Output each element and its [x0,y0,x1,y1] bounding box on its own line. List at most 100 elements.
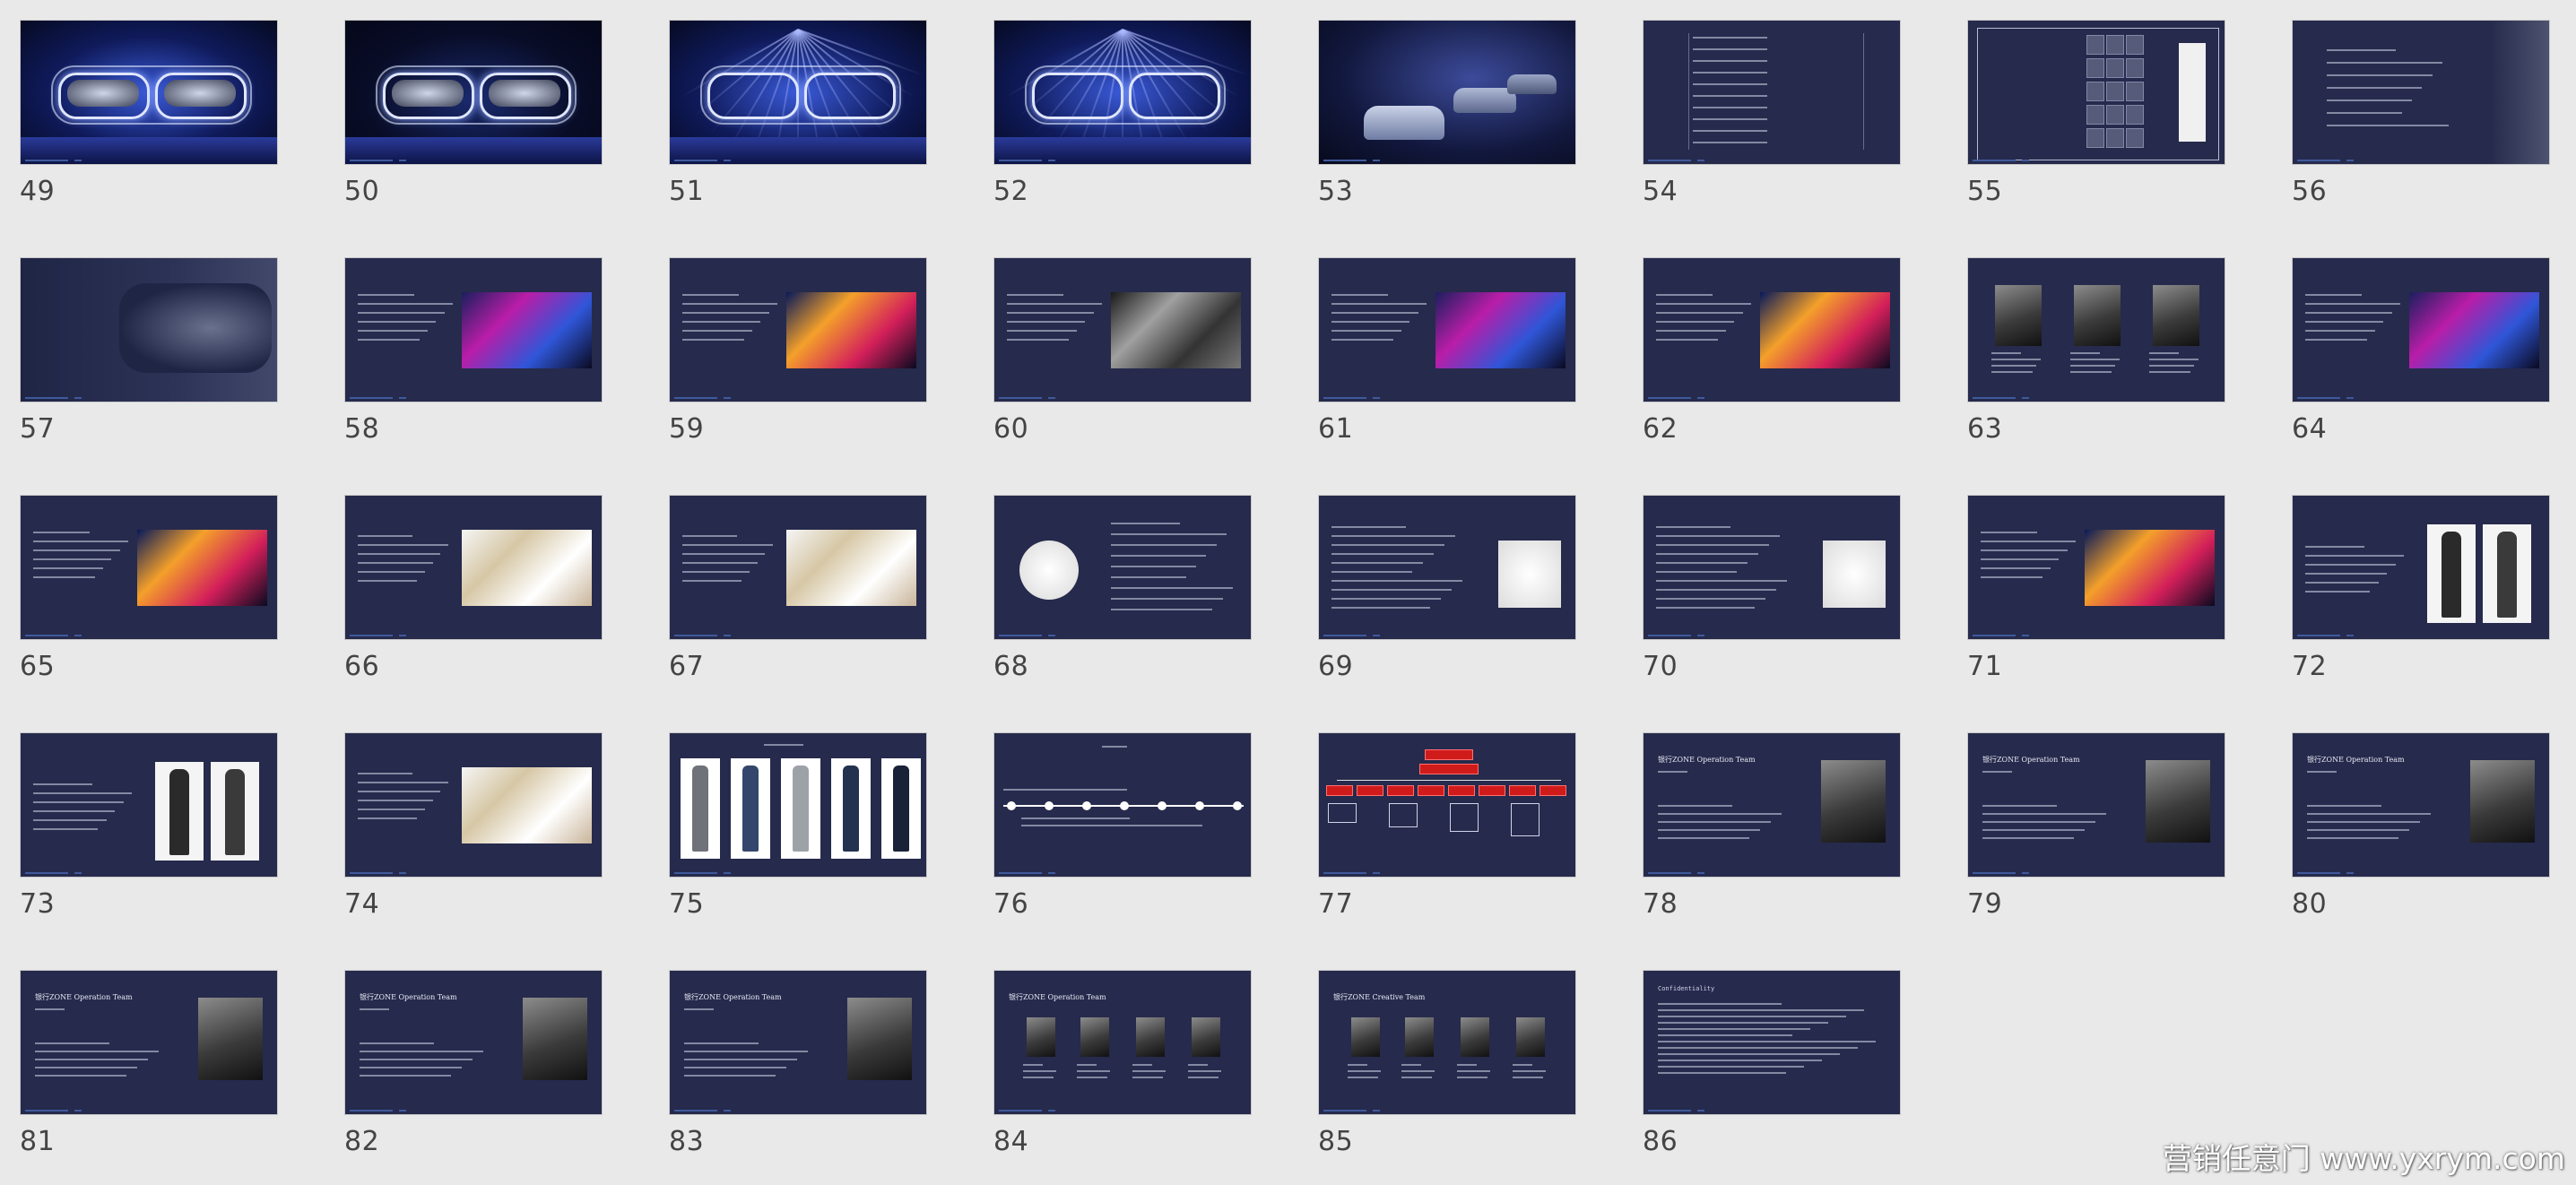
slide-thumbnail[interactable]: 74 [325,713,603,920]
slide-preview[interactable]: 银行ZONE Operation Team [1967,732,2225,878]
slide-preview[interactable] [669,495,927,640]
slide-preview[interactable] [669,20,927,165]
slide-preview[interactable] [344,495,603,640]
slide-thumbnail[interactable]: 银行ZONE Operation Team 83 [649,950,927,1157]
text-line [682,294,740,296]
text-line [2307,805,2381,807]
slide-thumbnail[interactable]: Confidentiality 86 [1623,950,1901,1157]
slide-preview[interactable] [993,732,1252,878]
slide-footer-bar [1323,160,1366,161]
car-logo-graphic [1346,39,1427,62]
slide-thumbnail[interactable]: 63 [1947,238,2225,445]
slide-thumbnail[interactable]: 54 [1623,0,1901,207]
slide-thumbnail[interactable]: 76 [974,713,1252,920]
slide-number: 84 [993,1126,1029,1157]
slide-photo [1760,292,1890,368]
slide-preview[interactable] [20,732,278,878]
slide-thumbnail[interactable]: 银行ZONE Operation Team 81 [0,950,278,1157]
slide-thumbnail[interactable]: 银行ZONE Operation Team 80 [2272,713,2550,920]
slide-preview[interactable]: 银行ZONE Operation Team [2292,732,2550,878]
slide-preview[interactable]: 银行ZONE Operation Team [20,970,278,1115]
slide-thumbnail[interactable]: 75 [649,713,927,920]
slide-thumbnail[interactable]: 72 [2272,475,2550,682]
text-line [1982,771,2012,773]
slide-thumbnail[interactable]: 银行ZONE Operation Team 78 [1623,713,1901,920]
text-line [1023,1064,1043,1066]
slide-preview[interactable] [1643,495,1901,640]
text-line [1693,83,1767,85]
text-line [1693,130,1767,132]
slide-preview[interactable] [20,257,278,402]
slide-thumbnail[interactable]: 银行ZONE Creative Team 85 [1298,950,1576,1157]
slide-number: 82 [344,1126,380,1157]
slide-preview[interactable]: 银行ZONE Operation Team [1643,732,1901,878]
slide-title: 银行ZONE Operation Team [360,993,457,1001]
slide-thumbnail[interactable]: 73 [0,713,278,920]
text-line [1658,1016,1846,1017]
slide-thumbnail[interactable]: 58 [325,238,603,445]
slide-photo [1435,292,1566,368]
slide-preview[interactable] [1967,257,2225,402]
slide-thumbnail[interactable]: 57 [0,238,278,445]
slide-thumbnail[interactable]: 69 [1298,475,1576,682]
slide-preview[interactable] [1643,257,1901,402]
slide-thumbnail[interactable]: 70 [1623,475,1901,682]
slide-preview[interactable] [1318,732,1576,878]
slide-thumbnail[interactable]: 61 [1298,238,1576,445]
slide-thumbnail[interactable]: 68 [974,475,1252,682]
slide-preview[interactable] [1967,495,2225,640]
slide-thumbnail[interactable]: 60 [974,238,1252,445]
slide-thumbnail[interactable]: 59 [649,238,927,445]
slide-thumbnail[interactable]: 53 [1298,0,1576,207]
slide-preview[interactable] [1318,20,1576,165]
slide-preview[interactable] [669,257,927,402]
text-line [2307,829,2409,831]
slide-preview[interactable] [1967,20,2225,165]
slide-preview[interactable] [2292,20,2550,165]
slide-thumbnail[interactable]: 66 [325,475,603,682]
slide-thumbnail[interactable]: 65 [0,475,278,682]
slide-preview[interactable] [2292,257,2550,402]
text-line [1693,118,1767,120]
text-line [1077,1077,1107,1078]
slide-footer-mark [724,397,731,399]
slide-preview[interactable] [344,257,603,402]
model-figure [225,769,245,855]
slide-preview[interactable]: Confidentiality [1643,970,1901,1115]
slide-preview[interactable] [2292,495,2550,640]
slide-preview[interactable] [993,20,1252,165]
text-line [1331,607,1430,609]
slide-footer-bar [350,635,393,636]
slide-thumbnail[interactable]: 64 [2272,238,2550,445]
slide-preview[interactable] [20,20,278,165]
slide-preview[interactable] [993,257,1252,402]
slide-thumbnail[interactable]: 52 [974,0,1252,207]
slide-preview[interactable]: 银行ZONE Operation Team [344,970,603,1115]
slide-preview[interactable] [1318,495,1576,640]
slide-thumbnail[interactable]: 银行ZONE Operation Team 79 [1947,713,2225,920]
slide-preview[interactable]: 银行ZONE Creative Team [1318,970,1576,1115]
slide-thumbnail[interactable]: 71 [1947,475,2225,682]
slide-thumbnail[interactable]: 银行ZONE Operation Team 84 [974,950,1252,1157]
text-line [1981,567,2051,569]
slide-thumbnail[interactable]: 67 [649,475,927,682]
slide-preview[interactable] [1643,20,1901,165]
slide-thumbnail[interactable]: 51 [649,0,927,207]
slide-thumbnail[interactable]: 55 [1947,0,2225,207]
slide-number: 85 [1318,1126,1354,1157]
slide-thumbnail[interactable]: 49 [0,0,278,207]
slide-thumbnail[interactable]: 62 [1623,238,1901,445]
slide-preview[interactable]: 银行ZONE Operation Team [669,970,927,1115]
slide-thumbnail[interactable]: 银行ZONE Operation Team 82 [325,950,603,1157]
slide-preview[interactable] [993,495,1252,640]
slide-preview[interactable] [20,495,278,640]
slide-preview[interactable]: 银行ZONE Operation Team [993,970,1252,1115]
org-box [1540,785,1566,796]
slide-preview[interactable] [344,20,603,165]
slide-thumbnail[interactable]: 77 [1298,713,1576,920]
slide-thumbnail[interactable]: 56 [2272,0,2550,207]
slide-preview[interactable] [344,732,603,878]
slide-preview[interactable] [669,732,927,878]
slide-preview[interactable] [1318,257,1576,402]
slide-thumbnail[interactable]: 50 [325,0,603,207]
